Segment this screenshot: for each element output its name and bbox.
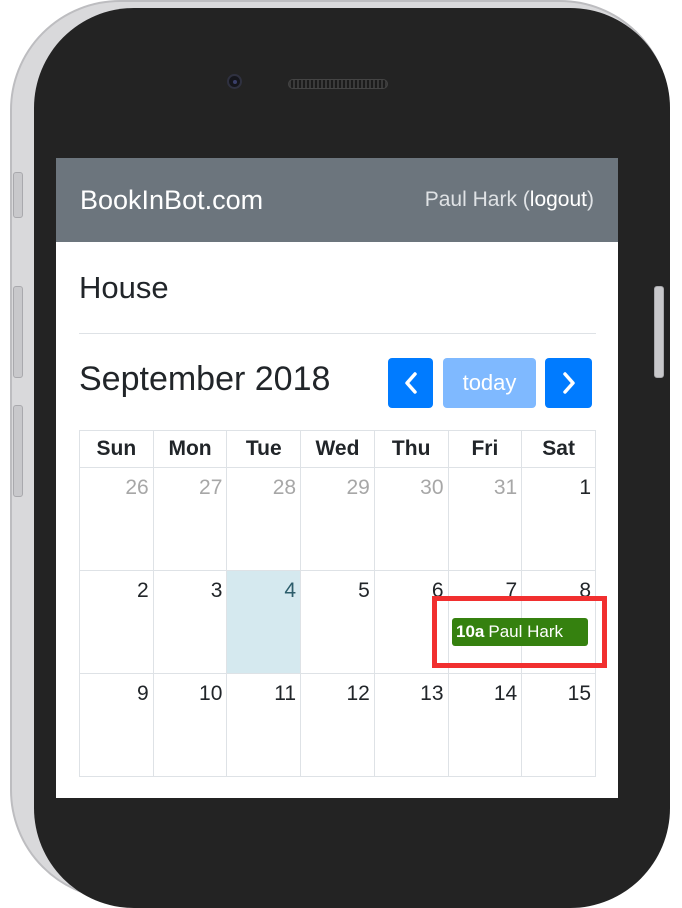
weekday-header: Fri bbox=[447, 430, 523, 468]
day-cell[interactable]: 28 bbox=[226, 467, 302, 571]
phone-power-button bbox=[654, 286, 664, 378]
weekday-header: Sun bbox=[79, 430, 154, 468]
day-number: 2 bbox=[137, 579, 149, 602]
day-cell[interactable]: 1 bbox=[521, 467, 596, 571]
day-number: 10 bbox=[199, 682, 223, 705]
day-number: 5 bbox=[358, 579, 370, 602]
day-cell[interactable]: 15 bbox=[521, 673, 596, 777]
day-cell[interactable]: 12 bbox=[300, 673, 375, 777]
day-number: 31 bbox=[493, 476, 518, 499]
main-content: House September 2018 today bbox=[56, 266, 618, 414]
day-cell[interactable]: 29 bbox=[300, 467, 375, 571]
day-cell[interactable]: 9 bbox=[79, 673, 154, 777]
day-number: 27 bbox=[199, 476, 223, 499]
day-number: 14 bbox=[493, 682, 518, 705]
earpiece-speaker bbox=[288, 79, 388, 89]
day-cell[interactable]: 26 bbox=[79, 467, 154, 571]
day-cell[interactable]: 13 bbox=[373, 673, 449, 777]
day-number: 26 bbox=[125, 476, 149, 499]
day-number: 9 bbox=[137, 682, 149, 705]
weekday-header: Wed bbox=[300, 430, 375, 468]
next-month-button[interactable] bbox=[545, 358, 592, 408]
weekday-header: Thu bbox=[373, 430, 449, 468]
day-number: 28 bbox=[272, 476, 297, 499]
day-number: 1 bbox=[579, 476, 591, 499]
day-number: 4 bbox=[284, 579, 297, 602]
navbar: BookInBot.com Paul Hark (logout) bbox=[56, 158, 618, 242]
day-number: 3 bbox=[210, 579, 223, 602]
user-name: Paul Hark bbox=[424, 188, 517, 211]
day-number: 15 bbox=[567, 682, 591, 705]
front-camera bbox=[227, 74, 242, 89]
day-cell[interactable]: 2 bbox=[79, 570, 154, 674]
day-cell[interactable]: 30 bbox=[373, 467, 449, 571]
day-cell[interactable]: 14 bbox=[447, 673, 523, 777]
logout-link[interactable]: logout bbox=[530, 188, 587, 211]
brand-link[interactable]: BookInBot.com bbox=[80, 185, 263, 216]
phone-volume-up-button bbox=[13, 286, 23, 378]
weekday-header: Tue bbox=[226, 430, 302, 468]
day-number: 12 bbox=[346, 682, 370, 705]
page-title: House bbox=[79, 270, 169, 305]
weekday-header: Mon bbox=[152, 430, 228, 468]
calendar-toolbar: September 2018 today bbox=[79, 358, 596, 414]
day-number: 13 bbox=[420, 682, 444, 705]
day-number: 11 bbox=[274, 682, 297, 705]
day-cell[interactable]: 10 bbox=[152, 673, 228, 777]
day-number: 30 bbox=[420, 476, 444, 499]
day-cell[interactable]: 3 bbox=[152, 570, 228, 674]
weekday-header-row: Sun Mon Tue Wed Thu Fri Sat bbox=[79, 430, 596, 468]
today-day-cell[interactable]: 4 bbox=[226, 570, 302, 674]
month-title: September 2018 bbox=[79, 360, 331, 398]
day-cell[interactable]: 5 bbox=[300, 570, 375, 674]
week-row: 9 10 11 12 13 14 15 bbox=[79, 673, 596, 777]
highlight-annotation-box bbox=[432, 596, 607, 668]
prev-month-button[interactable] bbox=[388, 358, 433, 408]
weekday-header: Sat bbox=[521, 430, 596, 468]
day-cell[interactable]: 11 bbox=[226, 673, 302, 777]
user-info: Paul Hark (logout) bbox=[424, 188, 594, 211]
day-cell[interactable]: 31 bbox=[447, 467, 523, 571]
chevron-left-icon bbox=[404, 372, 417, 394]
phone-volume-down-button bbox=[13, 405, 23, 497]
today-button[interactable]: today bbox=[443, 358, 536, 408]
phone-mute-switch bbox=[13, 172, 23, 218]
day-number: 29 bbox=[346, 476, 370, 499]
divider bbox=[79, 333, 596, 334]
phone-screen: BookInBot.com Paul Hark (logout) House S… bbox=[56, 158, 618, 798]
week-row: 26 27 28 29 30 31 1 bbox=[79, 467, 596, 571]
chevron-right-icon bbox=[562, 372, 575, 394]
day-cell[interactable]: 27 bbox=[152, 467, 228, 571]
